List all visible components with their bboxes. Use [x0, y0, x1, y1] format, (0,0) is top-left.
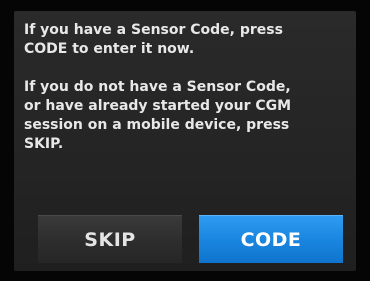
message-line: If you do not have a Sensor Code,: [24, 79, 291, 95]
skip-button-label: SKIP: [84, 228, 136, 251]
message-line: If you have a Sensor Code, press: [24, 22, 283, 38]
device-screen: If you have a Sensor Code, press CODE to…: [0, 0, 370, 281]
message-line: session on a mobile device, press: [24, 117, 290, 133]
message-line: SKIP.: [24, 136, 64, 152]
message-line: or have already started your CGM: [24, 98, 292, 114]
message-paragraph-code: If you have a Sensor Code, press CODE to…: [24, 21, 340, 59]
skip-button[interactable]: SKIP: [38, 215, 182, 263]
message-line: CODE to enter it now.: [24, 41, 195, 57]
message-paragraph-skip: If you do not have a Sensor Code, or hav…: [24, 78, 340, 154]
code-button-label: CODE: [240, 228, 302, 251]
dialog-message: If you have a Sensor Code, press CODE to…: [24, 21, 340, 154]
code-button[interactable]: CODE: [199, 215, 343, 263]
